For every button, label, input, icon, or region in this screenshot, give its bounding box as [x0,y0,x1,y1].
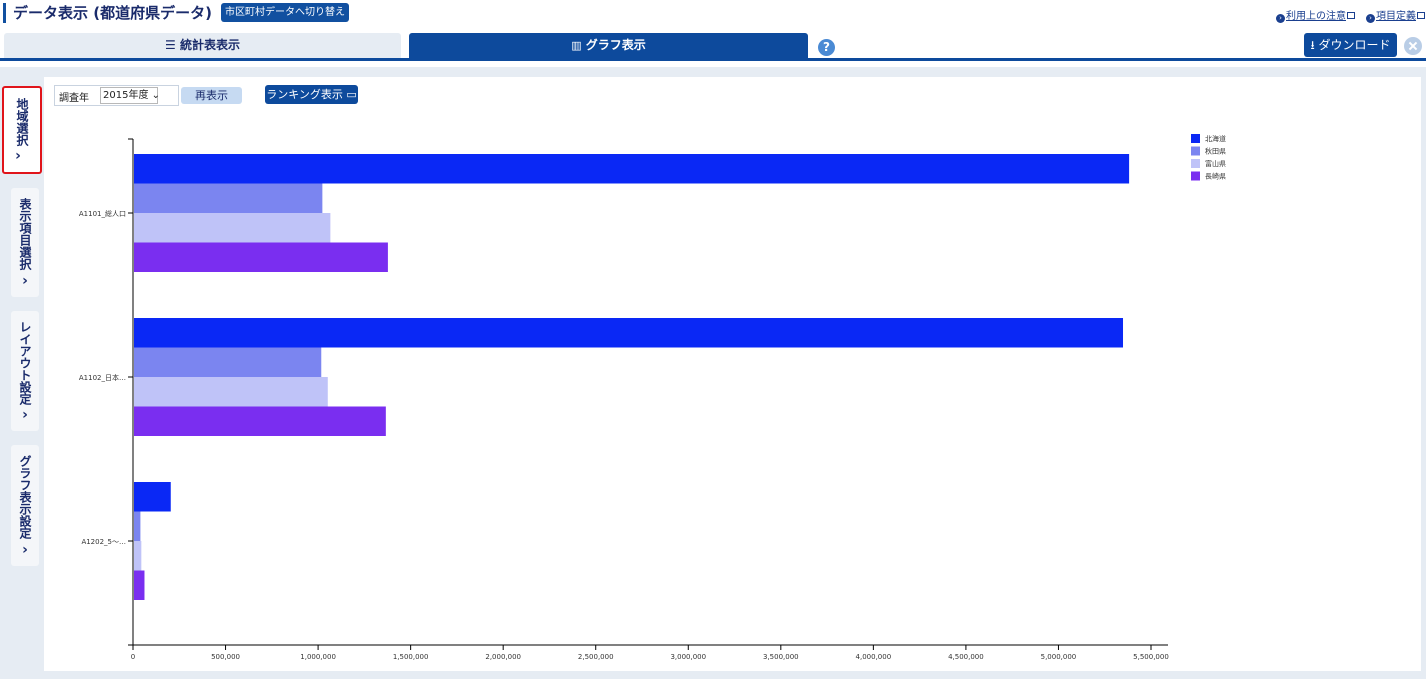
legend-swatch [1191,171,1200,181]
x-tick-label: 5,500,000 [1133,653,1169,661]
x-tick-label: 3,000,000 [670,653,706,661]
legend-swatch [1191,134,1200,143]
x-tick-label: 1,500,000 [393,653,429,661]
legend-label: 長崎県 [1205,172,1226,181]
category-label: A1202_5～… [81,538,126,546]
bar-chart: 0 500,000 1,000,000 1,500,000 2,000,000 2,500… [79,134,1226,661]
bar [134,406,386,436]
legend-swatch [1191,146,1200,156]
bar [134,541,142,571]
legend-label: 富山県 [1205,159,1226,168]
bar [134,154,1130,184]
x-tick-label: 500,000 [211,653,240,661]
x-tick-label: 4,500,000 [948,653,984,661]
x-tick-label: 0 [131,653,135,661]
bar [134,377,328,407]
bar [134,570,145,600]
x-tick-label: 2,500,000 [578,653,614,661]
bar [134,213,331,243]
x-tick-label: 2,000,000 [485,653,521,661]
bar [134,242,388,272]
bar [134,318,1124,348]
bar [134,482,171,512]
x-tick-label: 5,000,000 [1041,653,1077,661]
bar [134,183,323,213]
x-tick-label: 3,500,000 [763,653,799,661]
legend-swatch [1191,159,1200,168]
x-tick-label: 4,000,000 [856,653,892,661]
bar [134,347,322,377]
category-label: A1101_総人口 [79,209,126,218]
x-tick-label: 1,000,000 [300,653,336,661]
legend-label: 秋田県 [1205,147,1226,156]
legend-label: 北海道 [1205,134,1226,143]
category-label: A1102_日本… [79,373,126,382]
bar [134,511,141,541]
